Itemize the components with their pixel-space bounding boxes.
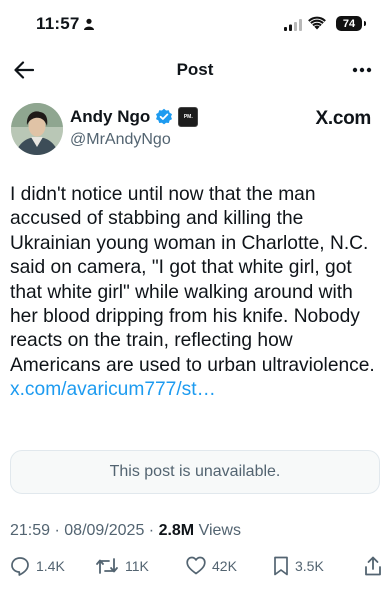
wifi-icon xyxy=(308,16,326,35)
status-time: 11:57 xyxy=(36,14,80,33)
bookmark-count: 3.5K xyxy=(295,558,324,574)
battery-tip xyxy=(364,21,366,26)
avatar[interactable] xyxy=(11,103,63,155)
views-count[interactable]: 2.8M xyxy=(159,522,195,539)
post-body: I didn't notice until now that the man a… xyxy=(10,184,375,376)
quoted-post-unavailable: This post is unavailable. xyxy=(10,450,380,494)
like-button[interactable]: 42K xyxy=(186,556,237,575)
author-name[interactable]: Andy Ngo xyxy=(70,107,150,127)
post-time: 21:59 xyxy=(10,522,51,539)
bookmark-button[interactable]: 3.5K xyxy=(273,556,324,576)
repost-button[interactable]: 11K xyxy=(95,556,149,576)
battery-indicator: 74 xyxy=(336,16,362,31)
views-label: Views xyxy=(198,522,241,539)
affiliate-badge[interactable]: PM. xyxy=(178,107,199,127)
repost-count: 11K xyxy=(125,558,149,574)
heart-icon xyxy=(186,556,206,575)
page-title: Post xyxy=(176,60,214,79)
status-bar: 11:57 74 xyxy=(0,0,390,48)
x-logo: X.com xyxy=(315,108,371,129)
post-meta: 21:59 · 08/09/2025 · 2.8M Views xyxy=(10,522,241,539)
post-text: I didn't notice until now that the man a… xyxy=(10,183,382,403)
more-icon xyxy=(352,67,372,73)
post-date: 08/09/2025 xyxy=(64,522,145,539)
action-bar: 1.4K 11K 42K 3.5K xyxy=(0,556,390,584)
like-count: 42K xyxy=(212,557,237,574)
author-handle[interactable]: @MrAndyNgo xyxy=(70,131,171,149)
unavailable-text: This post is unavailable. xyxy=(109,463,281,480)
share-icon xyxy=(365,556,381,576)
bookmark-icon xyxy=(274,556,288,576)
signal-icon xyxy=(284,18,302,36)
author-name-row: Andy Ngo PM. xyxy=(70,107,199,127)
repost-icon xyxy=(96,558,118,574)
post-link[interactable]: x.com/avaricum777/st… xyxy=(10,379,216,400)
reply-count: 1.4K xyxy=(36,558,65,574)
nav-bar: Post xyxy=(0,48,390,92)
person-icon xyxy=(83,17,95,35)
share-button[interactable] xyxy=(364,556,382,576)
verified-badge-icon xyxy=(155,108,173,126)
reply-button[interactable]: 1.4K xyxy=(10,556,65,576)
more-options-button[interactable] xyxy=(346,54,378,86)
reply-icon xyxy=(11,557,29,576)
